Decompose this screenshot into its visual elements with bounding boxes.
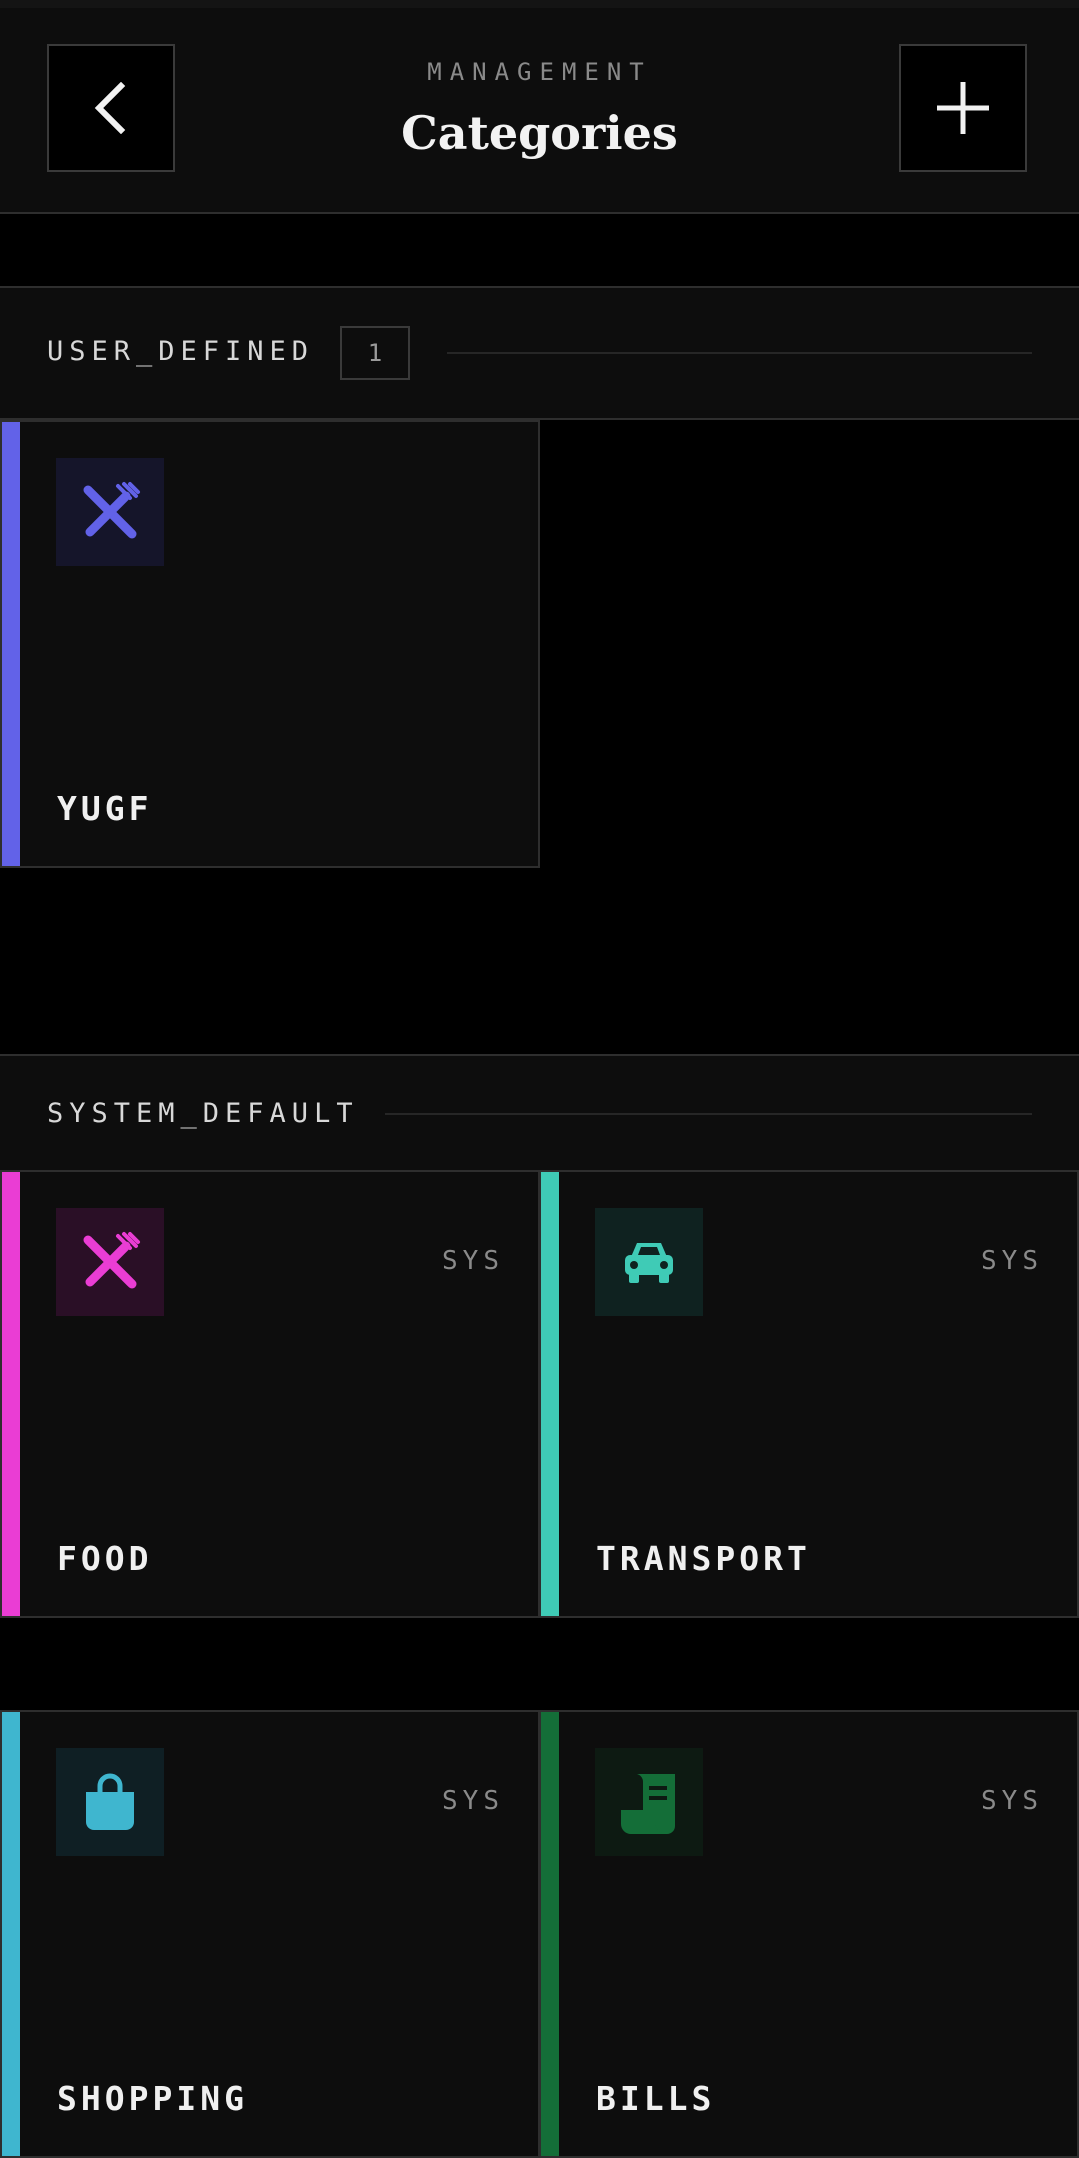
add-category-button[interactable] [899,44,1027,172]
category-color-stripe [541,1712,559,2156]
category-name: YUGF [57,789,153,828]
category-color-stripe [541,1172,559,1616]
shopping-bag-icon [86,1773,134,1830]
category-name: TRANSPORT [596,1539,811,1578]
category-icon-box [56,1748,164,1856]
system-badge: SYS [442,1786,504,1816]
count-value: 1 [367,339,383,367]
system-default-section-header: SYSTEM_DEFAULT [0,1054,1079,1172]
category-card-yugf[interactable]: YUGF [0,420,540,868]
utensils-icon [83,482,140,539]
system-badge: SYS [981,1786,1043,1816]
system-badge: SYS [442,1246,504,1276]
category-card-shopping[interactable]: SYS SHOPPING [0,1710,540,2158]
receipt-icon [621,1774,675,1834]
section-divider [385,1113,1032,1115]
category-color-stripe [2,422,20,866]
category-card-bills[interactable]: SYS BILLS [539,1710,1079,2158]
plus-icon [937,82,989,134]
app-header: MANAGEMENT Categories [0,8,1079,214]
category-icon-box [595,1208,703,1316]
category-card-food[interactable]: SYS FOOD [0,1170,540,1618]
category-name: SHOPPING [57,2079,248,2118]
category-color-stripe [2,1712,20,2156]
utensils-icon [83,1232,140,1289]
section-label: SYSTEM_DEFAULT [47,1098,359,1129]
category-name: BILLS [596,2079,716,2118]
category-color-stripe [2,1172,20,1616]
category-card-transport[interactable]: SYS TRANSPORT [539,1170,1079,1618]
section-label: USER_DEFINED [47,336,315,367]
category-name: FOOD [57,1539,153,1578]
car-icon [625,1243,673,1283]
category-icon-box [595,1748,703,1856]
category-icon-box [56,1208,164,1316]
section-divider [447,352,1032,354]
count-badge: 1 [340,326,410,380]
system-badge: SYS [981,1246,1043,1276]
user-defined-section-header: USER_DEFINED 1 [0,286,1079,420]
category-icon-box [56,458,164,566]
status-bar-strip [0,0,1079,8]
